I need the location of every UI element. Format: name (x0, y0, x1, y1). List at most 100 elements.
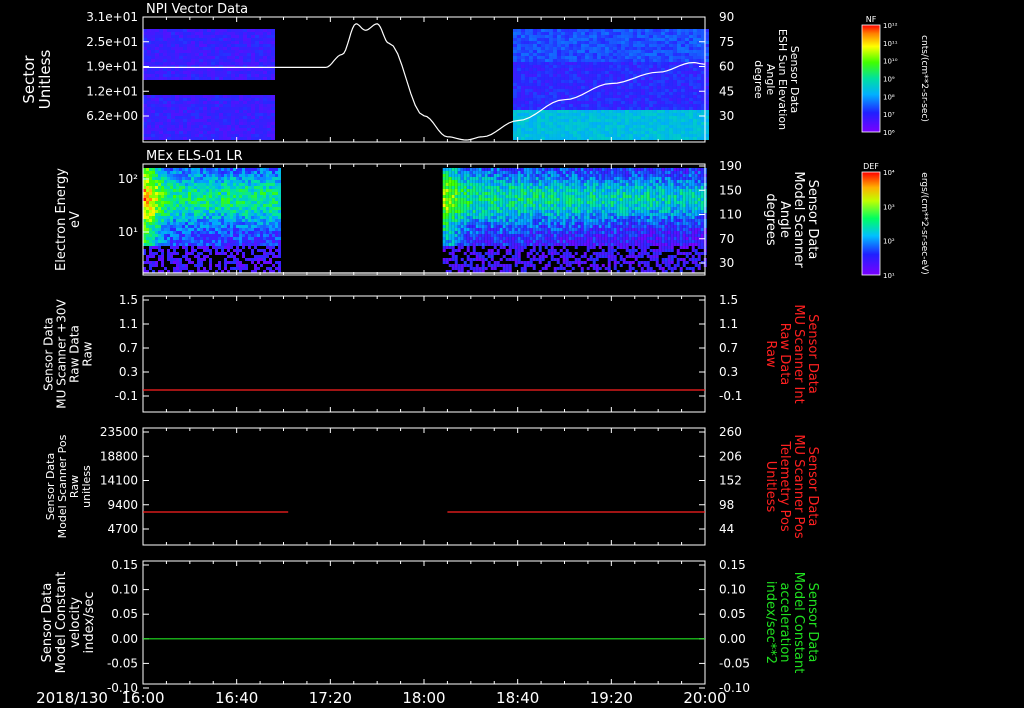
heatmap-cell (259, 125, 263, 128)
heatmap-cell (257, 222, 260, 225)
heatmap-cell (146, 192, 149, 195)
heatmap-cell (183, 119, 187, 122)
heatmap-cell (668, 122, 673, 125)
heatmap-cell (445, 237, 449, 240)
heatmap-cell (688, 44, 693, 47)
heatmap-cell (173, 243, 176, 246)
heatmap-cell (171, 98, 175, 101)
heatmap-cell (175, 128, 179, 131)
heatmap-cell (188, 261, 191, 264)
heatmap-cell (442, 186, 446, 189)
heatmap-cell (267, 110, 271, 113)
heatmap-cell (167, 32, 171, 35)
heatmap-cell (163, 68, 167, 71)
heatmap-cell (239, 119, 243, 122)
heatmap-cell (490, 180, 494, 183)
heatmap-cell (684, 131, 689, 134)
heatmap-cell (167, 201, 170, 204)
heatmap-cell (560, 41, 565, 44)
heatmap-cell (568, 53, 573, 56)
heatmap-cell (171, 137, 175, 140)
heatmap-cell (505, 231, 509, 234)
heatmap-cell (560, 50, 565, 53)
heatmap-cell (475, 192, 479, 195)
heatmap-cell (223, 119, 227, 122)
heatmap-cell (604, 80, 609, 83)
heatmap-cell (608, 110, 613, 113)
heatmap-cell (212, 180, 215, 183)
heatmap-cell (568, 83, 573, 86)
heatmap-cell (454, 216, 458, 219)
heatmap-cell (616, 71, 621, 74)
heatmap-cell (616, 122, 621, 125)
heatmap-cell (159, 131, 163, 134)
heatmap-cell (235, 125, 239, 128)
heatmap-cell (548, 35, 553, 38)
heatmap-cell (171, 95, 175, 98)
heatmap-cell (624, 89, 629, 92)
heatmap-cell (163, 116, 167, 119)
heatmap-cell (652, 134, 657, 137)
heatmap-cell (149, 246, 152, 249)
heatmap-cell (164, 183, 167, 186)
heatmap-cell (652, 122, 657, 125)
heatmap-cell (442, 243, 446, 246)
heatmap-cell (155, 219, 158, 222)
heatmap-cell (576, 35, 581, 38)
heatmap-cell (696, 38, 701, 41)
heatmap-cell (684, 116, 689, 119)
heatmap-cell (185, 219, 188, 222)
heatmap-cell (215, 116, 219, 119)
heatmap-cell (540, 56, 545, 59)
heatmap-cell (684, 107, 689, 110)
heatmap-cell (457, 267, 461, 270)
heatmap-cell (596, 104, 601, 107)
heatmap-cell (197, 189, 200, 192)
heatmap-cell (143, 104, 147, 107)
heatmap-cell (616, 38, 621, 41)
heatmap-cell (469, 207, 473, 210)
heatmap-cell (191, 177, 194, 180)
heatmap-cell (199, 119, 203, 122)
heatmap-cell (215, 201, 218, 204)
heatmap-cell (183, 98, 187, 101)
heatmap-cell (245, 210, 248, 213)
heatmap-cell (520, 89, 525, 92)
heatmap-cell (624, 116, 629, 119)
heatmap-cell (235, 74, 239, 77)
heatmap-cell (628, 125, 633, 128)
heatmap-cell (700, 131, 705, 134)
heatmap-cell (704, 128, 709, 131)
heatmap-cell (211, 113, 215, 116)
heatmap-cell (592, 32, 597, 35)
heatmap-cell (170, 246, 173, 249)
heatmap-cell (269, 210, 272, 213)
heatmap-cell (516, 38, 521, 41)
heatmap-cell (548, 98, 553, 101)
heatmap-cell (499, 264, 503, 267)
heatmap-cell (187, 119, 191, 122)
heatmap-cell (696, 68, 701, 71)
heatmap-cell (143, 44, 147, 47)
heatmap-cell (242, 216, 245, 219)
heatmap-cell (227, 219, 230, 222)
heatmap-cell (251, 131, 255, 134)
heatmap-cell (155, 234, 158, 237)
heatmap-cell (664, 74, 669, 77)
heatmap-cell (171, 56, 175, 59)
heatmap-cell (260, 207, 263, 210)
heatmap-cell (684, 122, 689, 125)
heatmap-cell (672, 53, 677, 56)
heatmap-cell (448, 198, 452, 201)
heatmap-cell (179, 174, 182, 177)
heatmap-cell (564, 44, 569, 47)
heatmap-cell (463, 177, 467, 180)
heatmap-cell (588, 35, 593, 38)
heatmap-cell (584, 110, 589, 113)
heatmap-cell (478, 180, 482, 183)
heatmap-cell (260, 255, 263, 258)
heatmap-cell (628, 92, 633, 95)
heatmap-cell (512, 95, 517, 98)
heatmap-cell (572, 110, 577, 113)
heatmap-cell (203, 249, 206, 252)
